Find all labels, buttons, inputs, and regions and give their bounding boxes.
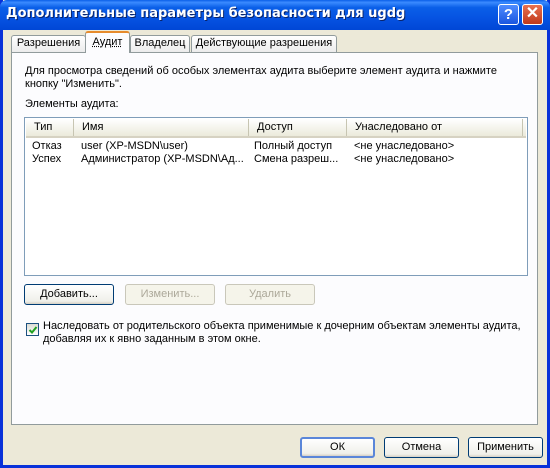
entry-type: Успех xyxy=(32,153,62,165)
advanced-security-dialog: Дополнительные параметры безопасности дл… xyxy=(0,0,550,468)
inherit-checkbox-label[interactable]: Наследовать от родительского объекта при… xyxy=(43,320,533,346)
column-header-access[interactable]: Доступ xyxy=(249,119,347,136)
close-button[interactable]: ✕ xyxy=(522,4,543,25)
column-header-inherited[interactable]: Унаследовано от xyxy=(347,119,523,136)
entry-name: user (XP-MSDN\user) xyxy=(81,140,188,152)
add-button[interactable]: Добавить... xyxy=(24,284,114,305)
audit-entries-label: Элементы аудита: xyxy=(25,98,119,110)
remove-button[interactable]: Удалить xyxy=(225,284,315,305)
column-header-name[interactable]: Имя xyxy=(74,119,249,136)
window-title: Дополнительные параметры безопасности дл… xyxy=(6,6,406,21)
column-header-type[interactable]: Тип xyxy=(26,119,74,136)
tab-permissions[interactable]: Разрешения xyxy=(11,35,86,52)
tab-owner[interactable]: Владелец xyxy=(130,35,190,52)
audit-tab-panel: Для просмотра сведений об особых элемент… xyxy=(11,52,538,425)
entry-access: Смена разреш... xyxy=(254,153,339,165)
tab-audit[interactable]: Аудит xyxy=(85,31,130,53)
entry-access: Полный доступ xyxy=(254,140,333,152)
ok-button[interactable]: ОК xyxy=(300,437,375,458)
audit-entries-list[interactable]: Тип Имя Доступ Унаследовано от Отказ use… xyxy=(24,117,528,276)
entry-type: Отказ xyxy=(32,140,62,152)
tab-effective-permissions[interactable]: Действующие разрешения xyxy=(191,35,337,52)
checkmark-icon xyxy=(28,326,38,334)
audit-entry-row[interactable]: Успех Администратор (XP-MSDN\Ад... Смена… xyxy=(26,153,526,166)
inherit-checkbox[interactable] xyxy=(26,323,39,336)
list-header: Тип Имя Доступ Унаследовано от xyxy=(26,119,526,138)
entry-inherited: <не унаследовано> xyxy=(354,140,455,152)
audit-entry-row[interactable]: Отказ user (XP-MSDN\user) Полный доступ … xyxy=(26,140,526,153)
entry-inherited: <не унаследовано> xyxy=(354,153,455,165)
title-bar[interactable]: Дополнительные параметры безопасности дл… xyxy=(0,0,550,30)
entry-name: Администратор (XP-MSDN\Ад... xyxy=(81,153,244,165)
edit-button[interactable]: Изменить... xyxy=(125,284,215,305)
help-button[interactable]: ? xyxy=(498,4,519,25)
cancel-button[interactable]: Отмена xyxy=(384,437,459,458)
apply-button[interactable]: Применить xyxy=(468,437,543,458)
audit-info-text: Для просмотра сведений об особых элемент… xyxy=(25,65,497,90)
